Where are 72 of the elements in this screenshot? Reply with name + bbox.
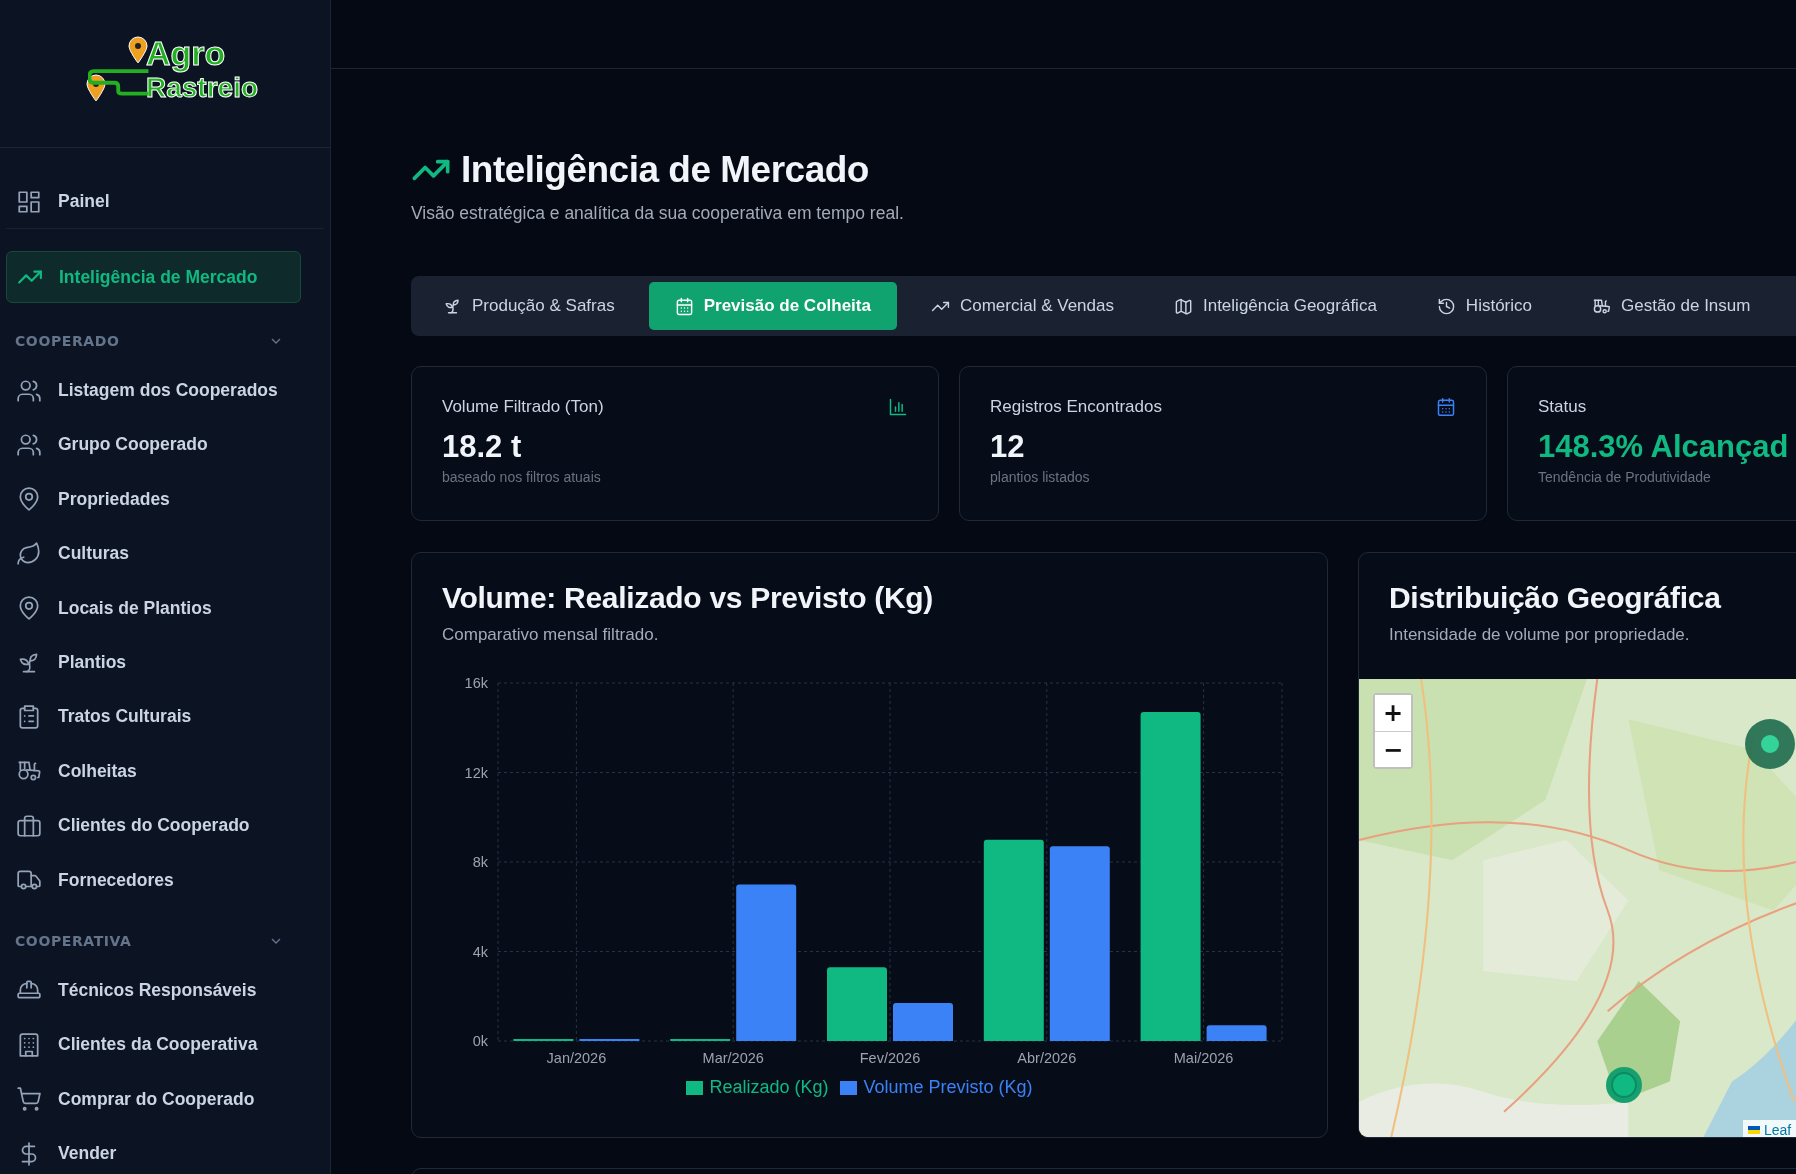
stat-caption: plantios listados bbox=[990, 469, 1091, 485]
nav-item[interactable]: Locais de Plantios bbox=[6, 580, 324, 636]
nav-item[interactable]: Vender bbox=[6, 1126, 324, 1174]
users-icon bbox=[16, 377, 42, 404]
tab[interactable]: Comercial & Vendas bbox=[904, 282, 1140, 330]
nav-item[interactable]: Grupo Cooperado bbox=[6, 417, 324, 473]
x-tick-label: Jan/2026 bbox=[546, 1050, 607, 1066]
nav-item[interactable]: Culturas bbox=[6, 526, 324, 581]
logo-text: Agro bbox=[146, 33, 226, 73]
nav-item[interactable]: Clientes da Cooperativa bbox=[6, 1017, 324, 1073]
nav-item[interactable]: Listagem dos Cooperados bbox=[6, 363, 324, 418]
page-title: Inteligência de Mercado bbox=[461, 149, 869, 191]
stat-value: 18.2 t bbox=[442, 429, 523, 465]
bar-chart-icon bbox=[888, 397, 908, 417]
leaf-icon bbox=[16, 540, 42, 567]
nav-item[interactable]: Plantios bbox=[6, 635, 324, 690]
history-icon bbox=[1436, 296, 1456, 316]
x-tick-label: Mai/2026 bbox=[1173, 1050, 1234, 1066]
nav-item[interactable]: Inteligência de Mercado bbox=[6, 251, 301, 304]
card-subtitle: Intensidade de volume por propriedade. bbox=[1389, 625, 1691, 645]
nav-item[interactable]: Painel bbox=[6, 175, 324, 230]
tab[interactable]: Produção & Safras bbox=[417, 282, 641, 330]
tab[interactable]: Inteligência Geográfica bbox=[1147, 282, 1403, 330]
dashboard-icon bbox=[16, 188, 42, 215]
stat-label: Status bbox=[1538, 397, 1587, 417]
map-icon bbox=[1173, 296, 1193, 316]
calendar-icon bbox=[674, 296, 694, 316]
stat-caption: baseado nos filtros atuais bbox=[442, 469, 602, 485]
y-tick-label: 4k bbox=[472, 943, 488, 960]
tab[interactable]: Histórico bbox=[1410, 282, 1558, 330]
y-tick-label: 8k bbox=[472, 854, 488, 870]
stat-value: 148.3% Alcançad bbox=[1538, 429, 1790, 465]
x-tick-label: Mar/2026 bbox=[702, 1050, 764, 1066]
clipboard-icon bbox=[16, 703, 42, 730]
x-tick-label: Abr/2026 bbox=[1017, 1050, 1077, 1066]
map-pin-icon bbox=[86, 73, 106, 102]
y-tick-label: 0k bbox=[472, 1033, 488, 1049]
y-tick-label: 12k bbox=[464, 764, 488, 781]
zoom-out-button[interactable]: − bbox=[1375, 731, 1411, 767]
card-subtitle: Comparativo mensal filtrado. bbox=[442, 625, 660, 645]
nav-item[interactable]: Propriedades bbox=[6, 472, 324, 527]
nav-item[interactable]: Colheitas bbox=[6, 744, 324, 799]
map-marker-icon bbox=[1606, 1067, 1642, 1103]
tractor-icon bbox=[1592, 296, 1611, 316]
page-subtitle: Visão estratégica e analítica da sua cooperativa em tempo real. bbox=[411, 203, 905, 224]
nav-item[interactable]: Técnicos Responsáveis bbox=[6, 963, 324, 1018]
map-pin-icon bbox=[128, 35, 148, 64]
section-header[interactable]: COOPERADO bbox=[6, 321, 324, 362]
map-marker-icon bbox=[1745, 719, 1795, 769]
legend-item[interactable]: Volume Previsto (Kg) bbox=[840, 1077, 1033, 1098]
flag-icon bbox=[1748, 1126, 1760, 1134]
card-title: Distribuição Geográfica bbox=[1389, 581, 1722, 615]
legend-item[interactable]: Realizado (Kg) bbox=[686, 1077, 829, 1098]
y-tick-label: 16k bbox=[464, 675, 488, 691]
card-title: Volume: Realizado vs Previsto (Kg) bbox=[442, 581, 935, 615]
tab[interactable]: Gestão de Insum bbox=[1566, 282, 1777, 330]
nav-item[interactable]: Fornecedores bbox=[6, 852, 324, 908]
stat-caption: Tendência de Produtividade bbox=[1538, 469, 1712, 485]
x-tick-label: Fev/2026 bbox=[859, 1050, 921, 1066]
stat-label: Registros Encontrados bbox=[990, 397, 1162, 417]
stat-label: Volume Filtrado (Ton) bbox=[442, 397, 604, 417]
cart-icon bbox=[16, 1086, 42, 1113]
stat-value: 12 bbox=[990, 429, 1026, 465]
logo-text: Rastreio bbox=[146, 71, 259, 104]
nav-item[interactable]: Tratos Culturais bbox=[6, 689, 324, 745]
section-header[interactable]: COOPERATIVA bbox=[6, 921, 324, 962]
nav-item[interactable]: Comprar do Cooperado bbox=[6, 1072, 324, 1127]
nav-item[interactable]: Clientes do Cooperado bbox=[6, 798, 324, 853]
users-icon bbox=[16, 431, 42, 458]
briefcase-icon bbox=[16, 812, 42, 839]
building-icon bbox=[16, 1031, 42, 1058]
calendar-icon bbox=[1436, 397, 1456, 417]
